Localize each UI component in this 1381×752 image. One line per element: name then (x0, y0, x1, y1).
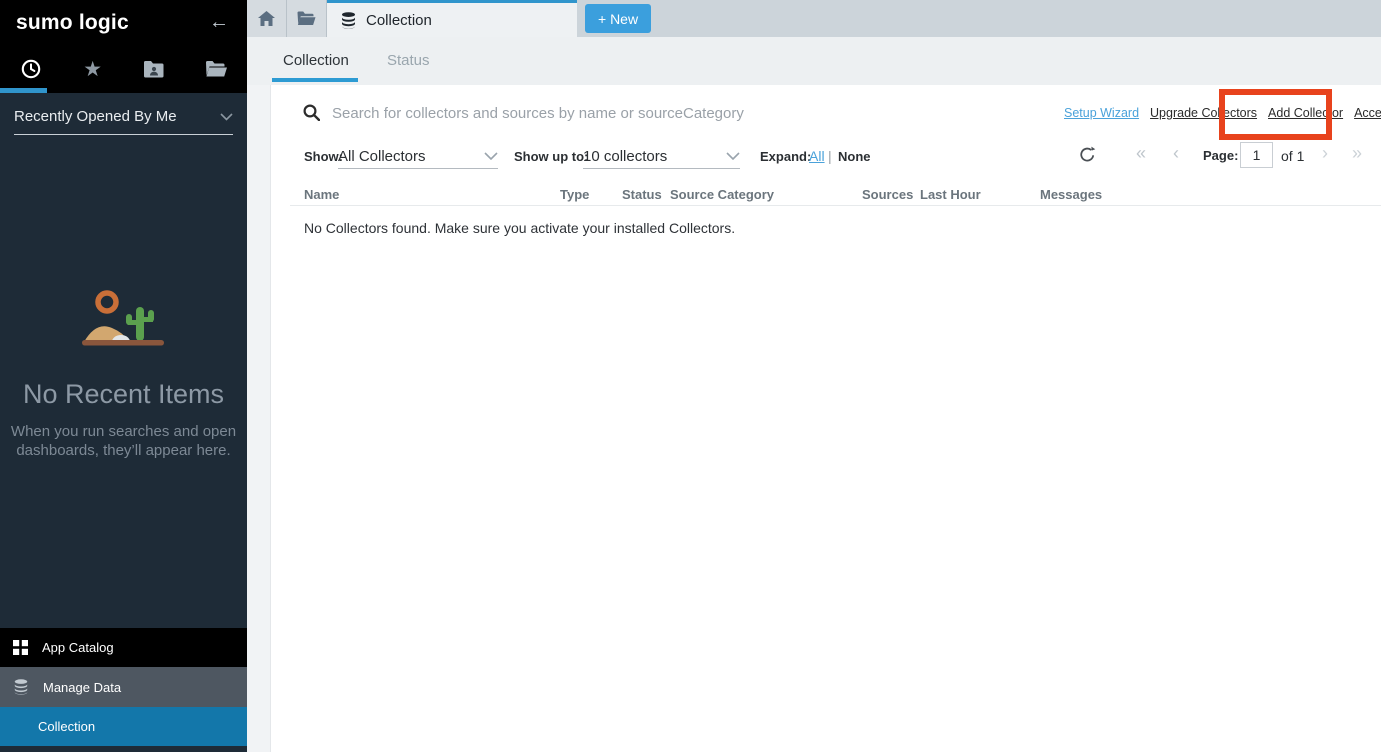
collection-db-icon (340, 12, 357, 29)
subtab-row: Collection Status (247, 37, 1381, 85)
app-grid-icon (13, 640, 28, 655)
page-count-label: of 1 (1281, 148, 1304, 164)
new-button[interactable]: + New (585, 4, 651, 33)
expand-all-link[interactable]: All (809, 148, 825, 164)
database-icon (13, 679, 29, 695)
column-header-type[interactable]: Type (560, 187, 589, 202)
sidebar-tab-favorites[interactable]: ★ (62, 45, 124, 93)
library-button[interactable] (287, 0, 327, 37)
sumo-logic-logo: sumo logic (16, 11, 129, 35)
home-button[interactable] (247, 0, 287, 37)
sidebar-tab-shared[interactable] (124, 45, 186, 93)
sidebar-nav-icons: ★ (0, 45, 247, 93)
content-gutter (247, 85, 270, 752)
tab-collection[interactable]: Collection (327, 0, 577, 37)
search-input[interactable] (330, 100, 890, 126)
sidebar-item-collection[interactable]: Collection (0, 707, 247, 746)
collapse-sidebar-icon[interactable]: ← (209, 11, 229, 34)
subtab-status[interactable]: Status (387, 52, 430, 69)
sidebar-item-label: Collection (38, 719, 95, 734)
open-folder-icon (297, 11, 316, 26)
column-header-source-category[interactable]: Source Category (670, 187, 774, 202)
add-collector-link[interactable]: Add Collector (1268, 106, 1343, 120)
setup-wizard-link[interactable]: Setup Wizard (1064, 106, 1139, 120)
chevron-down-icon (726, 152, 740, 160)
access-keys-link[interactable]: Access Keys (1354, 106, 1381, 120)
sidebar: sumo logic ← ★ (0, 0, 247, 752)
show-filter-select[interactable]: All Collectors (338, 144, 498, 169)
column-header-sources[interactable]: Sources (862, 187, 913, 202)
page-first-button[interactable]: « (1136, 144, 1146, 162)
tab-strip: Collection + New (247, 0, 1381, 37)
desert-illustration (74, 283, 174, 361)
refresh-icon[interactable] (1079, 146, 1096, 164)
sumo-logic-app: sumo logic ← ★ (0, 0, 1381, 752)
clock-icon (20, 58, 42, 80)
empty-state-description: When you run searches and open dashboard… (0, 422, 247, 460)
page-last-button[interactable]: » (1352, 144, 1362, 162)
logo-bar: sumo logic ← (0, 0, 247, 45)
active-subtab-indicator (272, 78, 358, 82)
show-up-to-select[interactable]: 10 collectors (583, 144, 740, 169)
recents-empty-state: No Recent Items When you run searches an… (0, 283, 247, 460)
no-collectors-message: No Collectors found. Make sure you activ… (304, 220, 735, 236)
chevron-down-icon (484, 152, 498, 160)
column-header-name[interactable]: Name (304, 187, 339, 202)
recents-scope-label: Recently Opened By Me (14, 108, 177, 125)
sidebar-tab-recents[interactable] (0, 45, 62, 93)
expand-none-link[interactable]: None (838, 149, 871, 164)
expand-label: Expand: (760, 149, 811, 164)
star-icon: ★ (83, 59, 102, 80)
sidebar-item-label: App Catalog (42, 640, 114, 655)
sidebar-tab-library[interactable] (185, 45, 247, 93)
open-folder-icon (205, 60, 228, 78)
empty-state-title: No Recent Items (0, 379, 247, 410)
shared-folder-icon (143, 60, 165, 78)
header-divider (290, 205, 1381, 206)
expand-separator: | (828, 148, 832, 164)
show-up-to-label: Show up to: (514, 149, 588, 164)
home-icon (258, 11, 275, 26)
page-next-button[interactable]: › (1322, 144, 1328, 162)
column-header-messages[interactable]: Messages (1040, 187, 1102, 202)
sidebar-item-label: Manage Data (43, 680, 121, 695)
collector-action-links: Setup Wizard Upgrade Collectors Add Coll… (1064, 106, 1381, 120)
upgrade-collectors-link[interactable]: Upgrade Collectors (1150, 106, 1257, 120)
sidebar-item-manage-data[interactable]: Manage Data (0, 667, 247, 707)
page-number-input[interactable] (1240, 142, 1273, 168)
active-nav-indicator (0, 88, 47, 93)
collection-panel (270, 85, 1381, 752)
page-prev-button[interactable]: ‹ (1173, 144, 1179, 162)
column-header-status[interactable]: Status (622, 187, 662, 202)
subtab-collection[interactable]: Collection (283, 52, 349, 69)
column-header-last-hour[interactable]: Last Hour (920, 187, 981, 202)
recents-scope-select[interactable]: Recently Opened By Me (14, 108, 233, 135)
chevron-down-icon (220, 113, 233, 121)
tab-label: Collection (366, 12, 432, 29)
page-label: Page: (1203, 148, 1238, 163)
sidebar-item-app-catalog[interactable]: App Catalog (0, 628, 247, 667)
search-icon (303, 104, 320, 121)
